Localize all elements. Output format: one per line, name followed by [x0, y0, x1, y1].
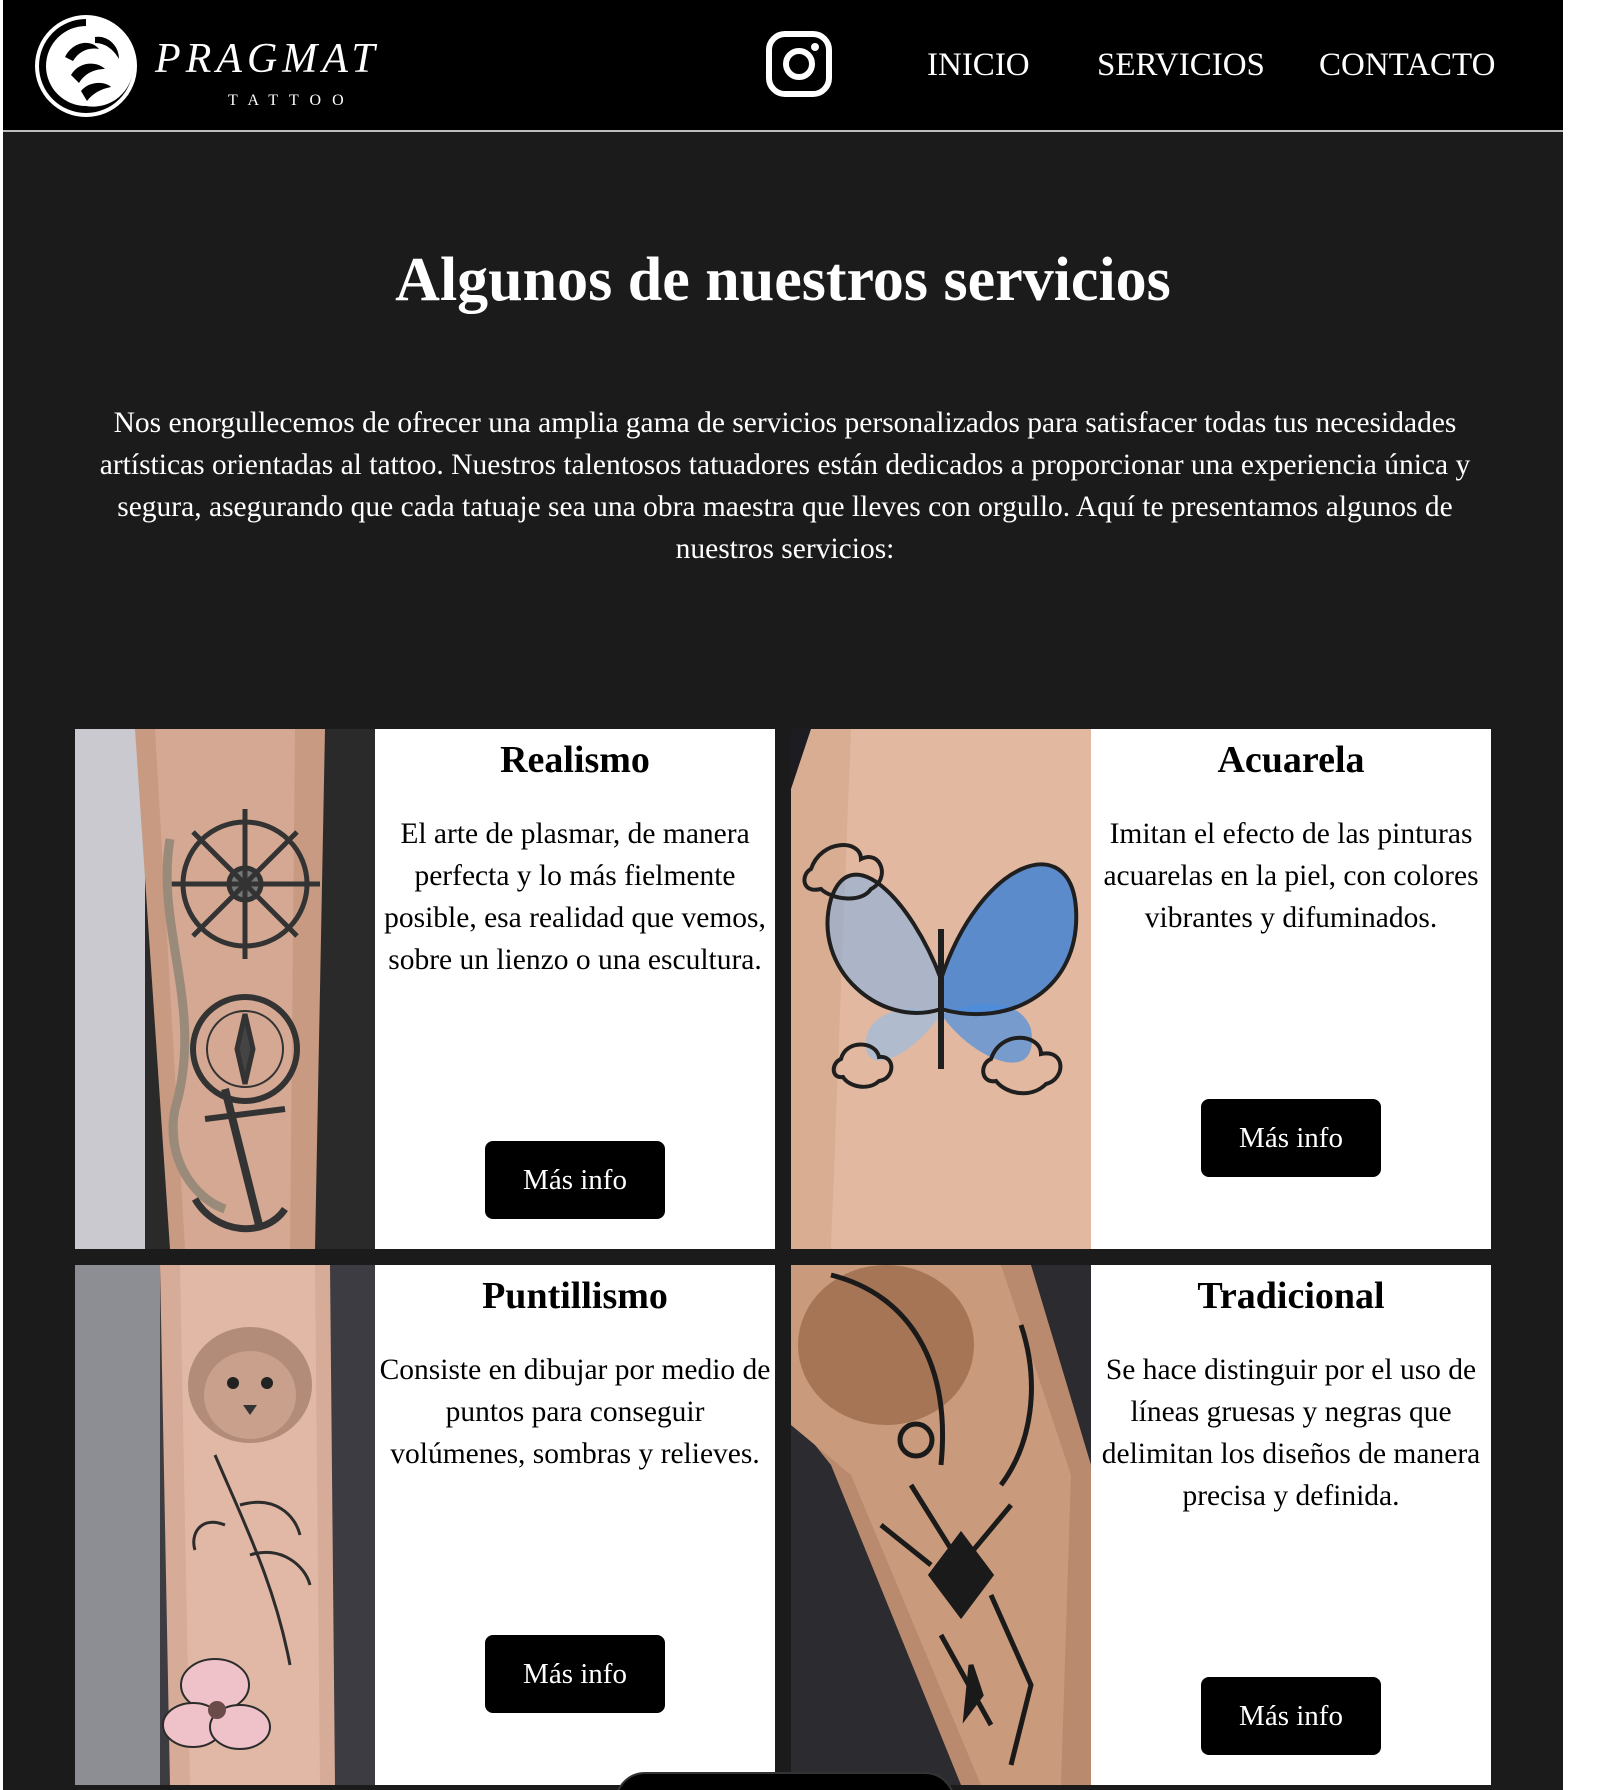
- mas-info-button[interactable]: Más info: [485, 1141, 665, 1219]
- service-description: El arte de plasmar, de manera perfecta y…: [384, 818, 766, 976]
- browser-scroll-area: [1563, 0, 1602, 1790]
- service-title: Tradicional: [1197, 1275, 1385, 1317]
- mas-info-button[interactable]: Más info: [1201, 1099, 1381, 1177]
- logo-icon[interactable]: [35, 15, 137, 117]
- service-title: Acuarela: [1217, 739, 1365, 781]
- mas-info-button[interactable]: Más info: [1201, 1677, 1381, 1755]
- site-header: PRAGMAT TATTOO INICIO SERVICIOS CONTACTO: [3, 0, 1563, 132]
- blue-watercolor-butterfly-tattoo-image: [791, 729, 1091, 1249]
- ship-wheel-compass-anchor-tattoo-image: [75, 729, 375, 1249]
- bottom-floating-tab[interactable]: [615, 1772, 955, 1790]
- service-card-realismo: Realismo El arte de plasmar, de manera p…: [75, 729, 775, 1249]
- instagram-icon[interactable]: [765, 30, 833, 98]
- nav-link-servicios[interactable]: SERVICIOS: [1097, 45, 1265, 85]
- page: PRAGMAT TATTOO INICIO SERVICIOS CONTACTO…: [3, 0, 1563, 1790]
- service-description: Se hace distinguir por el uso de líneas …: [1101, 1354, 1481, 1512]
- geometric-line-arm-tattoo-image: [791, 1265, 1091, 1785]
- service-card-acuarela: Acuarela Imitan el efecto de las pintura…: [791, 729, 1491, 1249]
- intro-paragraph: Nos enorgullecemos de ofrecer una amplia…: [99, 407, 1471, 565]
- service-card-puntillismo: Puntillismo Consiste en dibujar por medi…: [75, 1265, 775, 1785]
- mas-info-button[interactable]: Más info: [485, 1635, 665, 1713]
- nav-link-inicio[interactable]: INICIO: [927, 45, 1030, 85]
- service-description: Consiste en dibujar por medio de puntos …: [379, 1354, 771, 1470]
- brand-subtitle: TATTOO: [228, 92, 355, 109]
- service-description: Imitan el efecto de las pinturas acuarel…: [1103, 818, 1479, 934]
- brand-name: PRAGMAT: [155, 36, 380, 82]
- service-card-tradicional: Tradicional Se hace distinguir por el us…: [791, 1265, 1491, 1785]
- service-title: Puntillismo: [482, 1275, 668, 1317]
- service-title: Realismo: [500, 739, 650, 781]
- nav-link-contacto[interactable]: CONTACTO: [1319, 45, 1495, 85]
- lion-cub-flower-tattoo-image: [75, 1265, 375, 1785]
- page-title: Algunos de nuestros servicios: [395, 246, 1171, 314]
